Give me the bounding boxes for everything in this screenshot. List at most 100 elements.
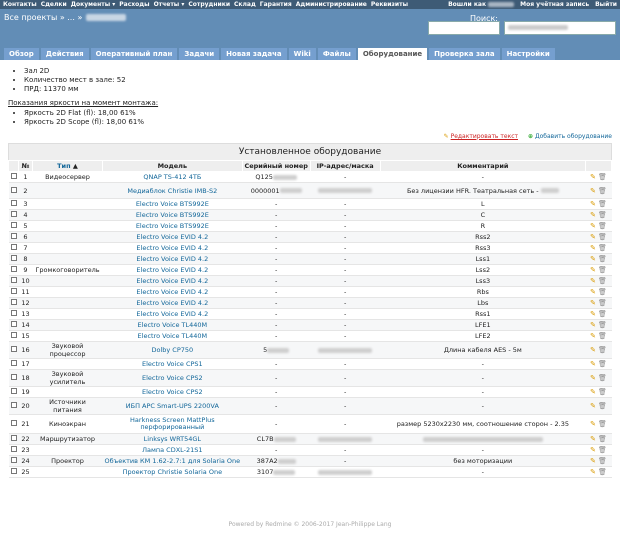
row-checkbox[interactable]: [10, 435, 17, 441]
trash-icon[interactable]: 🗑: [598, 266, 607, 274]
edit-icon[interactable]: ✎: [590, 288, 596, 296]
trash-icon[interactable]: 🗑: [598, 468, 607, 476]
tab-hall-check[interactable]: Проверка зала: [429, 48, 500, 60]
trash-icon[interactable]: 🗑: [598, 420, 607, 428]
edit-icon[interactable]: ✎: [590, 244, 596, 252]
trash-icon[interactable]: 🗑: [598, 233, 607, 241]
trash-icon[interactable]: 🗑: [598, 288, 607, 296]
row-model-link[interactable]: Electro Voice TL440M: [138, 321, 208, 329]
trash-icon[interactable]: 🗑: [598, 435, 607, 443]
row-checkbox[interactable]: [10, 186, 17, 193]
row-checkbox[interactable]: [10, 310, 17, 316]
edit-icon[interactable]: ✎: [590, 310, 596, 318]
row-model-link[interactable]: Electro Voice TL440M: [138, 332, 208, 340]
tab-overview[interactable]: Обзор: [4, 48, 39, 60]
header-model[interactable]: Модель: [102, 160, 243, 172]
edit-icon[interactable]: ✎: [590, 468, 596, 476]
row-model-link[interactable]: Electro Voice BTS992E: [136, 222, 209, 230]
menu-employees[interactable]: Сотрудники: [188, 1, 230, 8]
tab-activity[interactable]: Действия: [40, 48, 89, 60]
row-model-link[interactable]: Electro Voice EVID 4.2: [136, 310, 208, 318]
row-checkbox[interactable]: [10, 388, 17, 394]
trash-icon[interactable]: 🗑: [598, 446, 607, 454]
trash-icon[interactable]: 🗑: [598, 244, 607, 252]
row-checkbox[interactable]: [10, 374, 17, 380]
row-checkbox[interactable]: [10, 222, 17, 228]
edit-icon[interactable]: ✎: [590, 200, 596, 208]
edit-icon[interactable]: ✎: [590, 211, 596, 219]
logout-link[interactable]: Выйти: [595, 1, 617, 8]
row-model-link[interactable]: Electro Voice EVID 4.2: [136, 277, 208, 285]
edit-icon[interactable]: ✎: [590, 457, 596, 465]
row-checkbox[interactable]: [10, 233, 17, 239]
edit-icon[interactable]: ✎: [590, 222, 596, 230]
edit-icon[interactable]: ✎: [590, 299, 596, 307]
edit-icon[interactable]: ✎: [590, 277, 596, 285]
header-serial[interactable]: Серийный номер: [241, 160, 311, 172]
edit-icon[interactable]: ✎: [590, 402, 596, 410]
row-checkbox[interactable]: [10, 446, 17, 452]
row-checkbox[interactable]: [10, 360, 17, 366]
my-account-link[interactable]: Моя учётная запись: [520, 1, 589, 8]
tab-wiki[interactable]: Wiki: [288, 48, 316, 60]
trash-icon[interactable]: 🗑: [598, 346, 607, 354]
trash-icon[interactable]: 🗑: [598, 299, 607, 307]
row-model-link[interactable]: Electro Voice CPS2: [142, 374, 203, 382]
trash-icon[interactable]: 🗑: [598, 457, 607, 465]
row-checkbox[interactable]: [10, 255, 17, 261]
menu-expenses[interactable]: Расходы: [119, 1, 149, 8]
row-model-link[interactable]: Electro Voice EVID 4.2: [136, 255, 208, 263]
edit-icon[interactable]: ✎: [590, 435, 596, 443]
header-ip[interactable]: IP-адрес/маска: [309, 160, 381, 172]
tab-files[interactable]: Файлы: [317, 48, 356, 60]
row-checkbox[interactable]: [10, 420, 17, 426]
menu-documents[interactable]: Документы ▾: [71, 1, 116, 8]
edit-icon[interactable]: ✎: [590, 388, 596, 396]
edit-icon[interactable]: ✎: [590, 332, 596, 340]
menu-warehouse[interactable]: Склад: [234, 1, 256, 8]
row-model-link[interactable]: Проектор Christie Solaria One: [123, 468, 222, 476]
trash-icon[interactable]: 🗑: [598, 321, 607, 329]
tab-equipment[interactable]: Оборудование: [357, 48, 428, 60]
row-model-link[interactable]: Dolby CP750: [151, 346, 193, 354]
row-checkbox[interactable]: [10, 468, 17, 474]
row-model-link[interactable]: Linksys WRT54GL: [144, 435, 201, 443]
row-checkbox[interactable]: [10, 277, 17, 283]
tab-new-issue[interactable]: Новая задача: [221, 48, 287, 60]
trash-icon[interactable]: 🗑: [598, 374, 607, 382]
tab-settings[interactable]: Настройки: [501, 48, 555, 60]
row-checkbox[interactable]: [10, 457, 17, 463]
row-model-link[interactable]: Electro Voice EVID 4.2: [136, 244, 208, 252]
row-model-link[interactable]: QNAP TS-412 4ТБ: [143, 173, 201, 181]
row-checkbox[interactable]: [10, 346, 17, 352]
row-model-link[interactable]: Electro Voice EVID 4.2: [136, 266, 208, 274]
row-model-link[interactable]: Electro Voice BTS992E: [136, 211, 209, 219]
menu-admin[interactable]: Администрирование: [296, 1, 367, 8]
header-type[interactable]: Тип ▲: [32, 160, 103, 172]
row-checkbox[interactable]: [10, 332, 17, 338]
row-checkbox[interactable]: [10, 288, 17, 294]
row-checkbox[interactable]: [10, 200, 17, 206]
row-checkbox[interactable]: [10, 266, 17, 272]
edit-icon[interactable]: ✎: [590, 173, 596, 181]
edit-icon[interactable]: ✎: [590, 360, 596, 368]
trash-icon[interactable]: 🗑: [598, 388, 607, 396]
trash-icon[interactable]: 🗑: [598, 277, 607, 285]
row-model-link[interactable]: Объектив КМ 1.62-2.7:1 для Solaria One: [105, 457, 241, 465]
row-model-link[interactable]: Electro Voice BTS992E: [136, 200, 209, 208]
row-model-link[interactable]: Лампа CDXL-21S1: [142, 446, 202, 454]
trash-icon[interactable]: 🗑: [598, 173, 607, 181]
header-num[interactable]: №: [18, 160, 33, 172]
row-checkbox[interactable]: [10, 211, 17, 217]
menu-requisites[interactable]: Реквизиты: [371, 1, 408, 8]
menu-reports[interactable]: Отчеты ▾: [154, 1, 185, 8]
trash-icon[interactable]: 🗑: [598, 310, 607, 318]
row-checkbox[interactable]: [10, 299, 17, 305]
edit-text-action[interactable]: ✎ Редактировать текст: [444, 133, 518, 140]
edit-icon[interactable]: ✎: [590, 266, 596, 274]
row-checkbox[interactable]: [10, 402, 17, 408]
menu-contacts[interactable]: Контакты: [3, 1, 37, 8]
trash-icon[interactable]: 🗑: [598, 360, 607, 368]
edit-icon[interactable]: ✎: [590, 233, 596, 241]
row-checkbox[interactable]: [10, 321, 17, 327]
